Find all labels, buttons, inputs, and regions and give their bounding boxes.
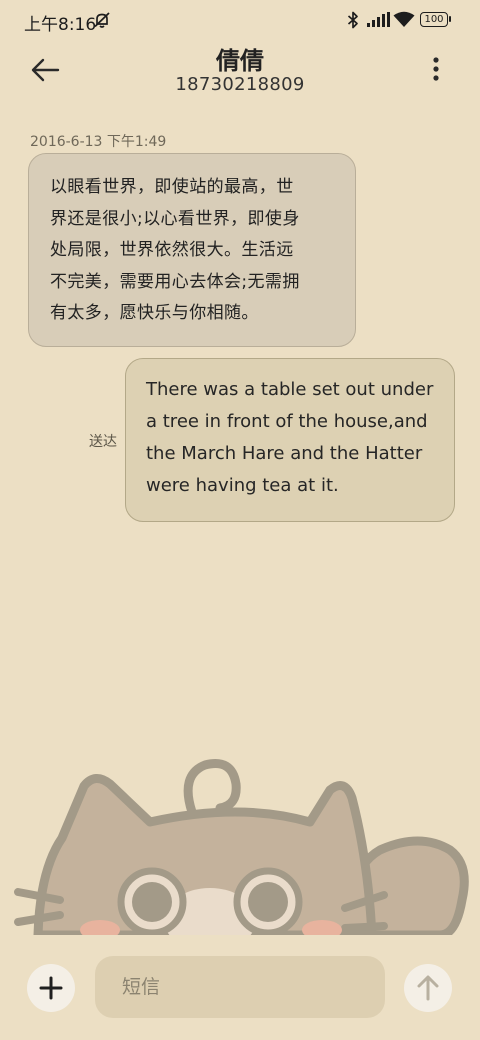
battery-tip	[449, 16, 451, 22]
message-line: 处局限，世界依然很大。生活远	[50, 240, 294, 260]
message-line: were having tea at it.	[146, 475, 339, 496]
battery-level: 100	[420, 12, 448, 27]
incoming-message-bubble[interactable]: 以眼看世界，即使站的最高，世 界还是很小;以心看世界，即使身 处局限，世界依然很…	[28, 153, 356, 347]
message-line: 有太多，愿快乐与你相随。	[50, 303, 259, 323]
message-line: 界还是很小;以心看世界，即使身	[50, 208, 300, 229]
vertical-dots-icon[interactable]	[424, 54, 448, 84]
message-line: the March Hare and the Hatter	[146, 443, 423, 464]
outgoing-message-bubble[interactable]: There was a table set out under a tree i…	[125, 358, 455, 522]
message-timestamp: 2016-6-13 下午1:49	[30, 134, 167, 150]
message-line: a tree in front of the house,and	[146, 411, 428, 432]
status-time: 上午8:16	[24, 15, 97, 35]
cat-wallpaper-illustration	[14, 759, 469, 935]
bell-slash-icon	[94, 12, 110, 28]
signal-icon	[367, 12, 390, 27]
message-line: There was a table set out under	[146, 379, 434, 400]
sms-input[interactable]	[95, 956, 385, 1018]
send-button[interactable]	[404, 964, 452, 1012]
bluetooth-icon	[347, 11, 358, 29]
plus-icon	[39, 976, 63, 1000]
wifi-icon	[393, 11, 415, 27]
contact-name: 倩倩	[216, 47, 264, 75]
conversation-header: 倩倩 18730218809	[0, 40, 480, 110]
message-composer	[0, 935, 480, 1040]
contact-number: 18730218809	[175, 74, 305, 95]
add-attachment-button[interactable]	[27, 964, 75, 1012]
status-bar: 上午8:16 100	[0, 0, 480, 40]
delivery-status: 送达	[89, 434, 117, 450]
battery-indicator: 100	[420, 12, 451, 27]
arrow-up-icon	[417, 975, 439, 1001]
message-line: 不完美，需要用心去体会;无需拥	[50, 271, 300, 292]
message-line: 以眼看世界，即使站的最高，世	[50, 177, 294, 197]
cat-curl	[183, 759, 241, 817]
